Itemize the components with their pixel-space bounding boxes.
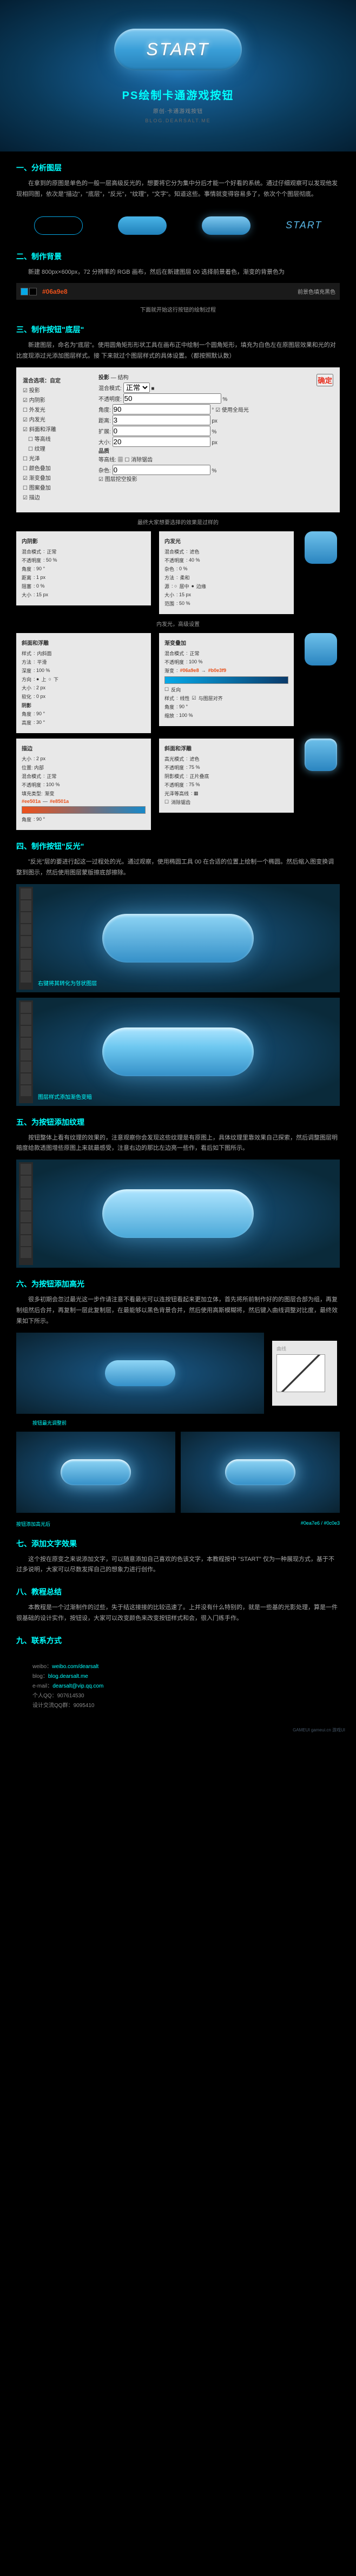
noise-input[interactable] [113, 465, 210, 475]
watermark: GAMEUI gameui.cn 游戏UI [0, 1722, 356, 1738]
section-5-title: 五、为按钮添加纹理 [16, 1117, 340, 1128]
bevel-panel: 斜面和浮雕 样式: 内斜面 方法: 平滑 深度: 100 % 方向: ●上 ○下… [16, 633, 151, 733]
inner-glow-panel: 内发光 混合模式: 滤色 不透明度: 40 % 杂色: 0 % 方法: 柔和 源… [159, 531, 294, 614]
weibo-link[interactable]: weibo.com/dearsalt [52, 1664, 98, 1670]
inner-shadow-panel: 内阴影 混合模式: 正常 不透明度: 50 % 角度: 90 ° 距离: 1 p… [16, 531, 151, 605]
ps-toolbar-3 [19, 1162, 33, 1265]
section-8-title: 八、教程总结 [16, 1586, 340, 1597]
reflection-demo-1: 右键将其转化为형状图层 [16, 884, 340, 992]
size-input[interactable] [113, 437, 210, 447]
highlight-before [16, 1333, 264, 1414]
highlight-after-left [16, 1432, 175, 1513]
ps-toolbar-2 [19, 1000, 33, 1103]
section-1-title: 一、分析图层 [16, 162, 340, 173]
demo-text: START [286, 220, 322, 231]
spread-input[interactable] [113, 426, 210, 436]
distance-input[interactable] [113, 415, 210, 425]
hero-banner: START PS绘制卡通游戏按钮 原创·卡通游戏按钮 BLOG.DEARSALT… [0, 0, 356, 151]
demo-outline-pill [34, 216, 83, 235]
email-link[interactable]: dearsalt@vip.qq.com [52, 1683, 103, 1689]
preview-2 [302, 633, 340, 666]
layer-breakdown-demo: START [16, 211, 340, 240]
page-title: PS绘制卡通游戏按钮 [122, 87, 234, 102]
blend-mode-select[interactable]: 正常 [123, 383, 150, 393]
satin-panel: 斜面和浮雕 高光模式: 滤色 不透明度: 75 % 阴影模式: 正片叠底 不透明… [159, 739, 294, 813]
qq-number: 907614530 [57, 1693, 84, 1699]
after-label: 按钮添加高光后 [16, 1520, 50, 1527]
caption-1: 最终大家想要选择的效果是过样的 [16, 518, 340, 526]
layer-style-panel-1: 混合选项：自定 ☑ 投影 ☑ 内阴影 ☐ 外发光 ☑ 内发光 ☑ 斜面和浮雕 ☐… [16, 367, 340, 512]
reflection-demo-2: 图层样式添加渐色变暗 [16, 998, 340, 1106]
demo-full-pill [202, 216, 250, 235]
section-7-body: 这个按在原变之来说添加文字，可以随意添加自己喜欢的色该文字，本教程按中 "STA… [16, 1554, 340, 1576]
section-7-title: 七、添加文字效果 [16, 1538, 340, 1549]
demo-note-1: 右键将其转化为형状图层 [38, 979, 97, 987]
section-2-body: 新建 800px×600px，72 分辨率的 RGB 画布，然后在新建图层 00… [16, 267, 340, 278]
swatch-blue [21, 288, 28, 295]
section-6-title: 六、为按钮添加高光 [16, 1279, 340, 1289]
demo-note-2: 图层样式添加渐色变暗 [38, 1092, 92, 1101]
start-button-showcase: START [114, 29, 242, 70]
contact-block: weibo：weibo.com/dearsalt blog：blog.dears… [16, 1651, 340, 1722]
stroke-panel: 描边 大小: 2 px 位置: 内部 混合模式: 正常 不透明度: 100 % … [16, 739, 151, 830]
section-8-body: 本教程是一个过渐制作的过些，失于结这接接的比较迅速了。上并没有什么特别的，就是一… [16, 1603, 340, 1624]
color-panel: #06a9e8 前景色填充黑色 [16, 283, 340, 300]
section-2-note: 下面就开始这行按钮的绘制过程 [16, 305, 340, 313]
fg-note: 前景色填充黑色 [298, 287, 335, 295]
gradient-overlay-panel: 渐变叠加 混合模式: 正常 不透明度: 100 % 渐变: #06a9e8 → … [159, 633, 294, 726]
page-subtitle: 原创·卡通游戏按钮 [153, 107, 203, 115]
texture-demo [16, 1159, 340, 1268]
caption-2: 内发光，高级设置 [16, 620, 340, 628]
after-hex: #0ea7e6 / #0c0e3 [301, 1520, 340, 1527]
hex-code: #06a9e8 [42, 288, 68, 295]
section-6-body: 很多初期会忽过最光这一步作请注意不看最光可以连按钮看起来更加立体，首先将所前制作… [16, 1295, 340, 1327]
preview-1 [302, 531, 340, 564]
section-4-body: "反光"层的要进行起这一过程处的光。通过观察，使用椭圆工具 00 在合适的位置上… [16, 857, 340, 879]
section-4-title: 四、制作按钮"反光" [16, 841, 340, 852]
qq-group: 9095410 [74, 1703, 95, 1709]
angle-input[interactable] [113, 404, 210, 414]
section-2-title: 二、制作背景 [16, 251, 340, 262]
ps-toolbar [19, 887, 33, 990]
opacity-input[interactable] [123, 393, 221, 404]
blog-link[interactable]: blog.dearsalt.me [48, 1674, 88, 1679]
demo-fill-pill [118, 216, 167, 235]
highlight-after-right [181, 1432, 340, 1513]
ok-button[interactable]: 确定 [317, 374, 333, 386]
section-5-body: 按钮整体上看有纹理的效果的，注意观察你会发现这些纹理是有原图上，具体纹理里靠效果… [16, 1133, 340, 1155]
gradient-bar [164, 676, 288, 684]
author-url: BLOG.DEARSALT.ME [145, 118, 210, 123]
swatch-black [29, 288, 37, 295]
section-3-title: 三、制作按钮"底层" [16, 324, 340, 335]
section-1-body: 在拿到的原图是单色的一般一层高级反光的，想要将它分为集中分后才能一个好看的系统。… [16, 179, 340, 200]
before-label: 按钮最光调整前 [32, 1419, 340, 1426]
curves-panel-wrap: 曲线 [269, 1333, 340, 1414]
preview-3 [302, 739, 340, 771]
section-3-body: 新建图层，命名为"底层"。使用圆角矩形形状工具在画布正中绘制一个圆角矩形，填充为… [16, 340, 340, 362]
section-9-title: 九、联系方式 [16, 1635, 340, 1646]
